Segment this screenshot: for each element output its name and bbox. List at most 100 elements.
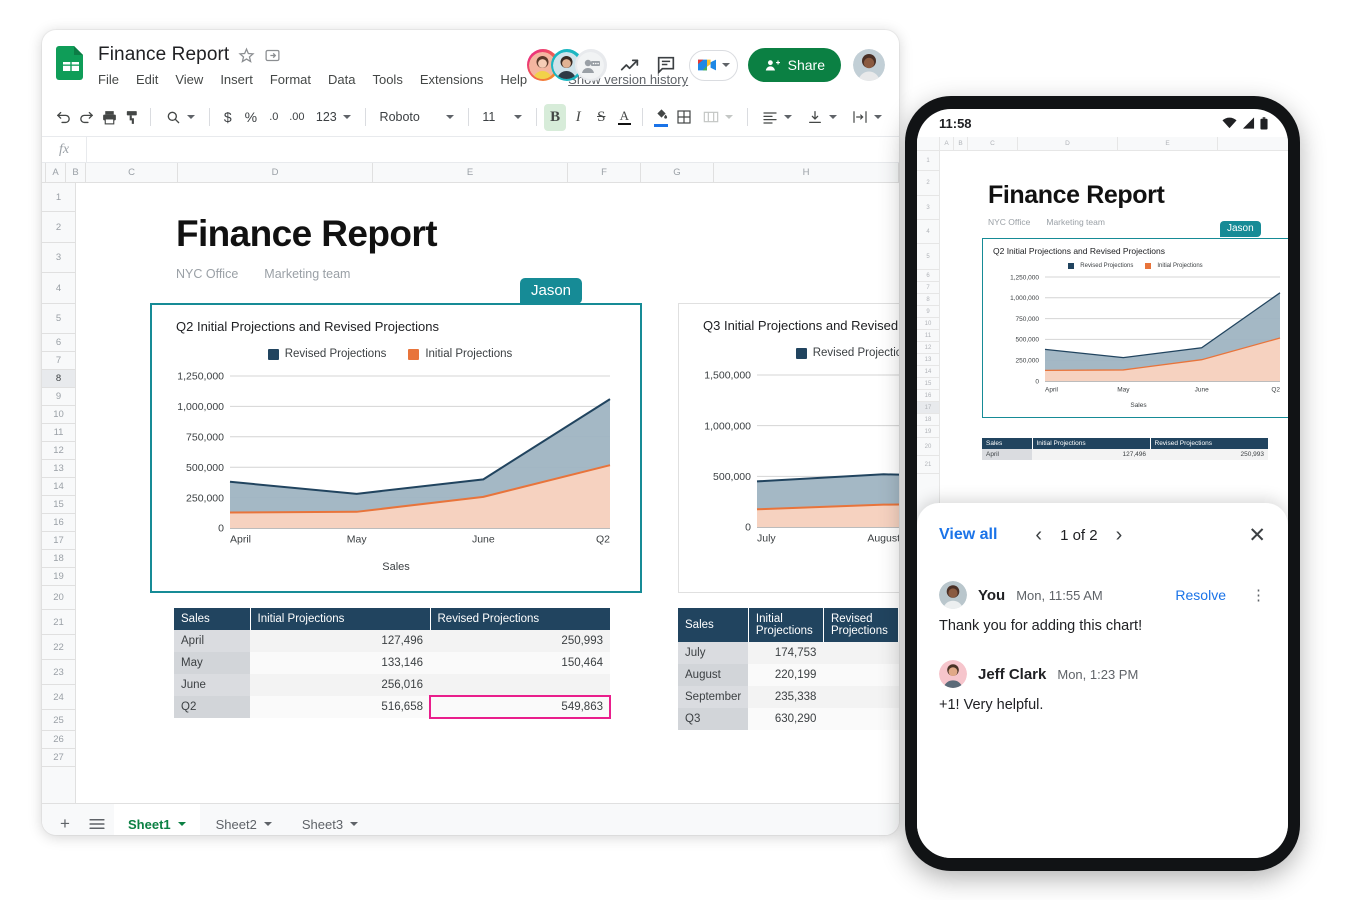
prev-comment-icon[interactable]: ‹ [1035, 525, 1042, 545]
add-collaborator-button[interactable] [575, 49, 607, 81]
cell-label[interactable]: September [678, 686, 748, 708]
cell-initial[interactable]: 133,146 [250, 652, 430, 674]
function-icon[interactable]: fx [42, 142, 86, 158]
meet-chevron-down-icon[interactable] [722, 63, 730, 67]
cell-label[interactable]: July [678, 642, 748, 664]
cell-revised[interactable] [823, 708, 898, 730]
row-header-19[interactable]: 19 [42, 568, 75, 586]
cell-initial[interactable]: 127,496 [250, 630, 430, 652]
print-icon[interactable] [98, 104, 120, 131]
row-header-9[interactable]: 9 [42, 388, 75, 406]
cell-initial[interactable]: 630,290 [748, 708, 823, 730]
sheet-tab-sheet1[interactable]: Sheet1 [114, 804, 200, 835]
chart-card-q3[interactable]: Q3 Initial Projections and Revised Proje… [678, 303, 899, 593]
row-header-3[interactable]: 3 [917, 196, 939, 220]
row-header-23[interactable]: 23 [42, 660, 75, 685]
row-header-1[interactable]: 1 [917, 151, 939, 171]
column-header-E[interactable]: E [1118, 137, 1218, 150]
vertical-align-dropdown[interactable] [800, 105, 844, 130]
row-header-4[interactable]: 4 [42, 273, 75, 304]
decrease-decimal-button[interactable]: .0 [263, 104, 285, 131]
cell-initial[interactable]: 235,338 [748, 686, 823, 708]
column-header-A[interactable]: A [940, 137, 954, 150]
row-header-5[interactable]: 5 [917, 244, 939, 270]
cell-revised[interactable] [823, 686, 898, 708]
increase-decimal-button[interactable]: .00 [286, 104, 308, 131]
menu-item-insert[interactable]: Insert [220, 72, 253, 87]
cell-label[interactable]: Q2 [174, 696, 250, 718]
row-header-14[interactable]: 14 [42, 478, 75, 496]
row-header-26[interactable]: 26 [42, 731, 75, 749]
menu-item-view[interactable]: View [175, 72, 203, 87]
row-header-5[interactable]: 5 [42, 304, 75, 334]
chart-card-q2[interactable]: Q2 Initial Projections and Revised Proje… [150, 303, 642, 593]
row-header-20[interactable]: 20 [42, 586, 75, 610]
row-header-18[interactable]: 18 [42, 550, 75, 568]
row-header-7[interactable]: 7 [42, 352, 75, 370]
menu-item-file[interactable]: File [98, 72, 119, 87]
column-header-F[interactable]: F [568, 163, 641, 182]
row-header-6[interactable]: 6 [42, 334, 75, 352]
sheet-canvas[interactable]: Finance Report NYC Office Marketing team… [76, 183, 899, 803]
row-header-12[interactable]: 12 [917, 342, 939, 354]
star-icon[interactable] [238, 47, 255, 64]
row-header-11[interactable]: 11 [917, 330, 939, 342]
all-sheets-icon[interactable] [82, 809, 112, 835]
cell-label[interactable]: Q3 [678, 708, 748, 730]
column-header-B[interactable]: B [954, 137, 968, 150]
row-header-14[interactable]: 14 [917, 366, 939, 378]
row-header-7[interactable]: 7 [917, 282, 939, 294]
menu-item-edit[interactable]: Edit [136, 72, 158, 87]
wrap-chevron-down-icon[interactable] [874, 115, 882, 119]
sheet2-chevron-down-icon[interactable] [264, 822, 272, 826]
move-to-folder-icon[interactable] [264, 47, 281, 64]
row-header-1[interactable]: 1 [42, 183, 75, 212]
add-sheet-icon[interactable]: + [50, 809, 80, 835]
row-header-8[interactable]: 8 [42, 370, 75, 388]
row-header-19[interactable]: 19 [917, 426, 939, 438]
row-header-2[interactable]: 2 [42, 212, 75, 243]
cell-revised[interactable]: 250,993 [430, 630, 610, 652]
row-header-20[interactable]: 20 [917, 438, 939, 456]
cell-revised[interactable] [823, 664, 898, 686]
sheet-tab-sheet3[interactable]: Sheet3 [288, 804, 372, 835]
menu-item-tools[interactable]: Tools [372, 72, 402, 87]
phone-data-table[interactable]: Sales Initial Projections Revised Projec… [982, 438, 1269, 460]
share-button[interactable]: Share [748, 48, 841, 82]
phone-cell-initial[interactable]: 127,496 [1032, 449, 1150, 460]
cell-initial[interactable]: 256,016 [250, 674, 430, 696]
close-icon[interactable]: ✕ [1248, 525, 1266, 546]
phone-cell-label[interactable]: April [982, 449, 1032, 460]
row-header-3[interactable]: 3 [42, 243, 75, 273]
number-format-dropdown[interactable]: 123 [309, 105, 358, 130]
row-header-15[interactable]: 15 [917, 378, 939, 390]
column-header-E[interactable]: E [373, 163, 568, 182]
row-header-18[interactable]: 18 [917, 414, 939, 426]
sheet3-chevron-down-icon[interactable] [350, 822, 358, 826]
menu-item-data[interactable]: Data [328, 72, 355, 87]
cell-initial[interactable]: 516,658 [250, 696, 430, 718]
menu-item-extensions[interactable]: Extensions [420, 72, 484, 87]
row-header-15[interactable]: 15 [42, 496, 75, 514]
row-header-25[interactable]: 25 [42, 710, 75, 731]
cell-revised-selected[interactable]: 549,863 [430, 696, 610, 718]
phone-chart-card-q2[interactable]: Q2 Initial Projections and Revised Proje… [982, 238, 1288, 418]
cell-label[interactable]: June [174, 674, 250, 696]
cell-label[interactable]: May [174, 652, 250, 674]
fill-color-button[interactable] [650, 104, 672, 131]
column-header-D[interactable]: D [178, 163, 373, 182]
menu-item-format[interactable]: Format [270, 72, 311, 87]
cell-initial[interactable]: 220,199 [748, 664, 823, 686]
zoom-chevron-down-icon[interactable] [187, 115, 195, 119]
legend-item-revised-q3[interactable]: Revised Projections [796, 347, 899, 359]
font-size-chevron-down-icon[interactable] [514, 115, 522, 119]
italic-button[interactable]: I [567, 104, 589, 131]
data-table-q2[interactable]: Sales Initial Projections Revised Projec… [174, 608, 611, 718]
strikethrough-button[interactable]: S [590, 104, 612, 131]
column-header-D[interactable]: D [1018, 137, 1118, 150]
sheet-tab-sheet2[interactable]: Sheet2 [202, 804, 286, 835]
google-meet-button[interactable] [689, 50, 738, 81]
text-color-button[interactable]: A [613, 104, 635, 131]
redo-icon[interactable] [75, 104, 97, 131]
cell-label[interactable]: August [678, 664, 748, 686]
